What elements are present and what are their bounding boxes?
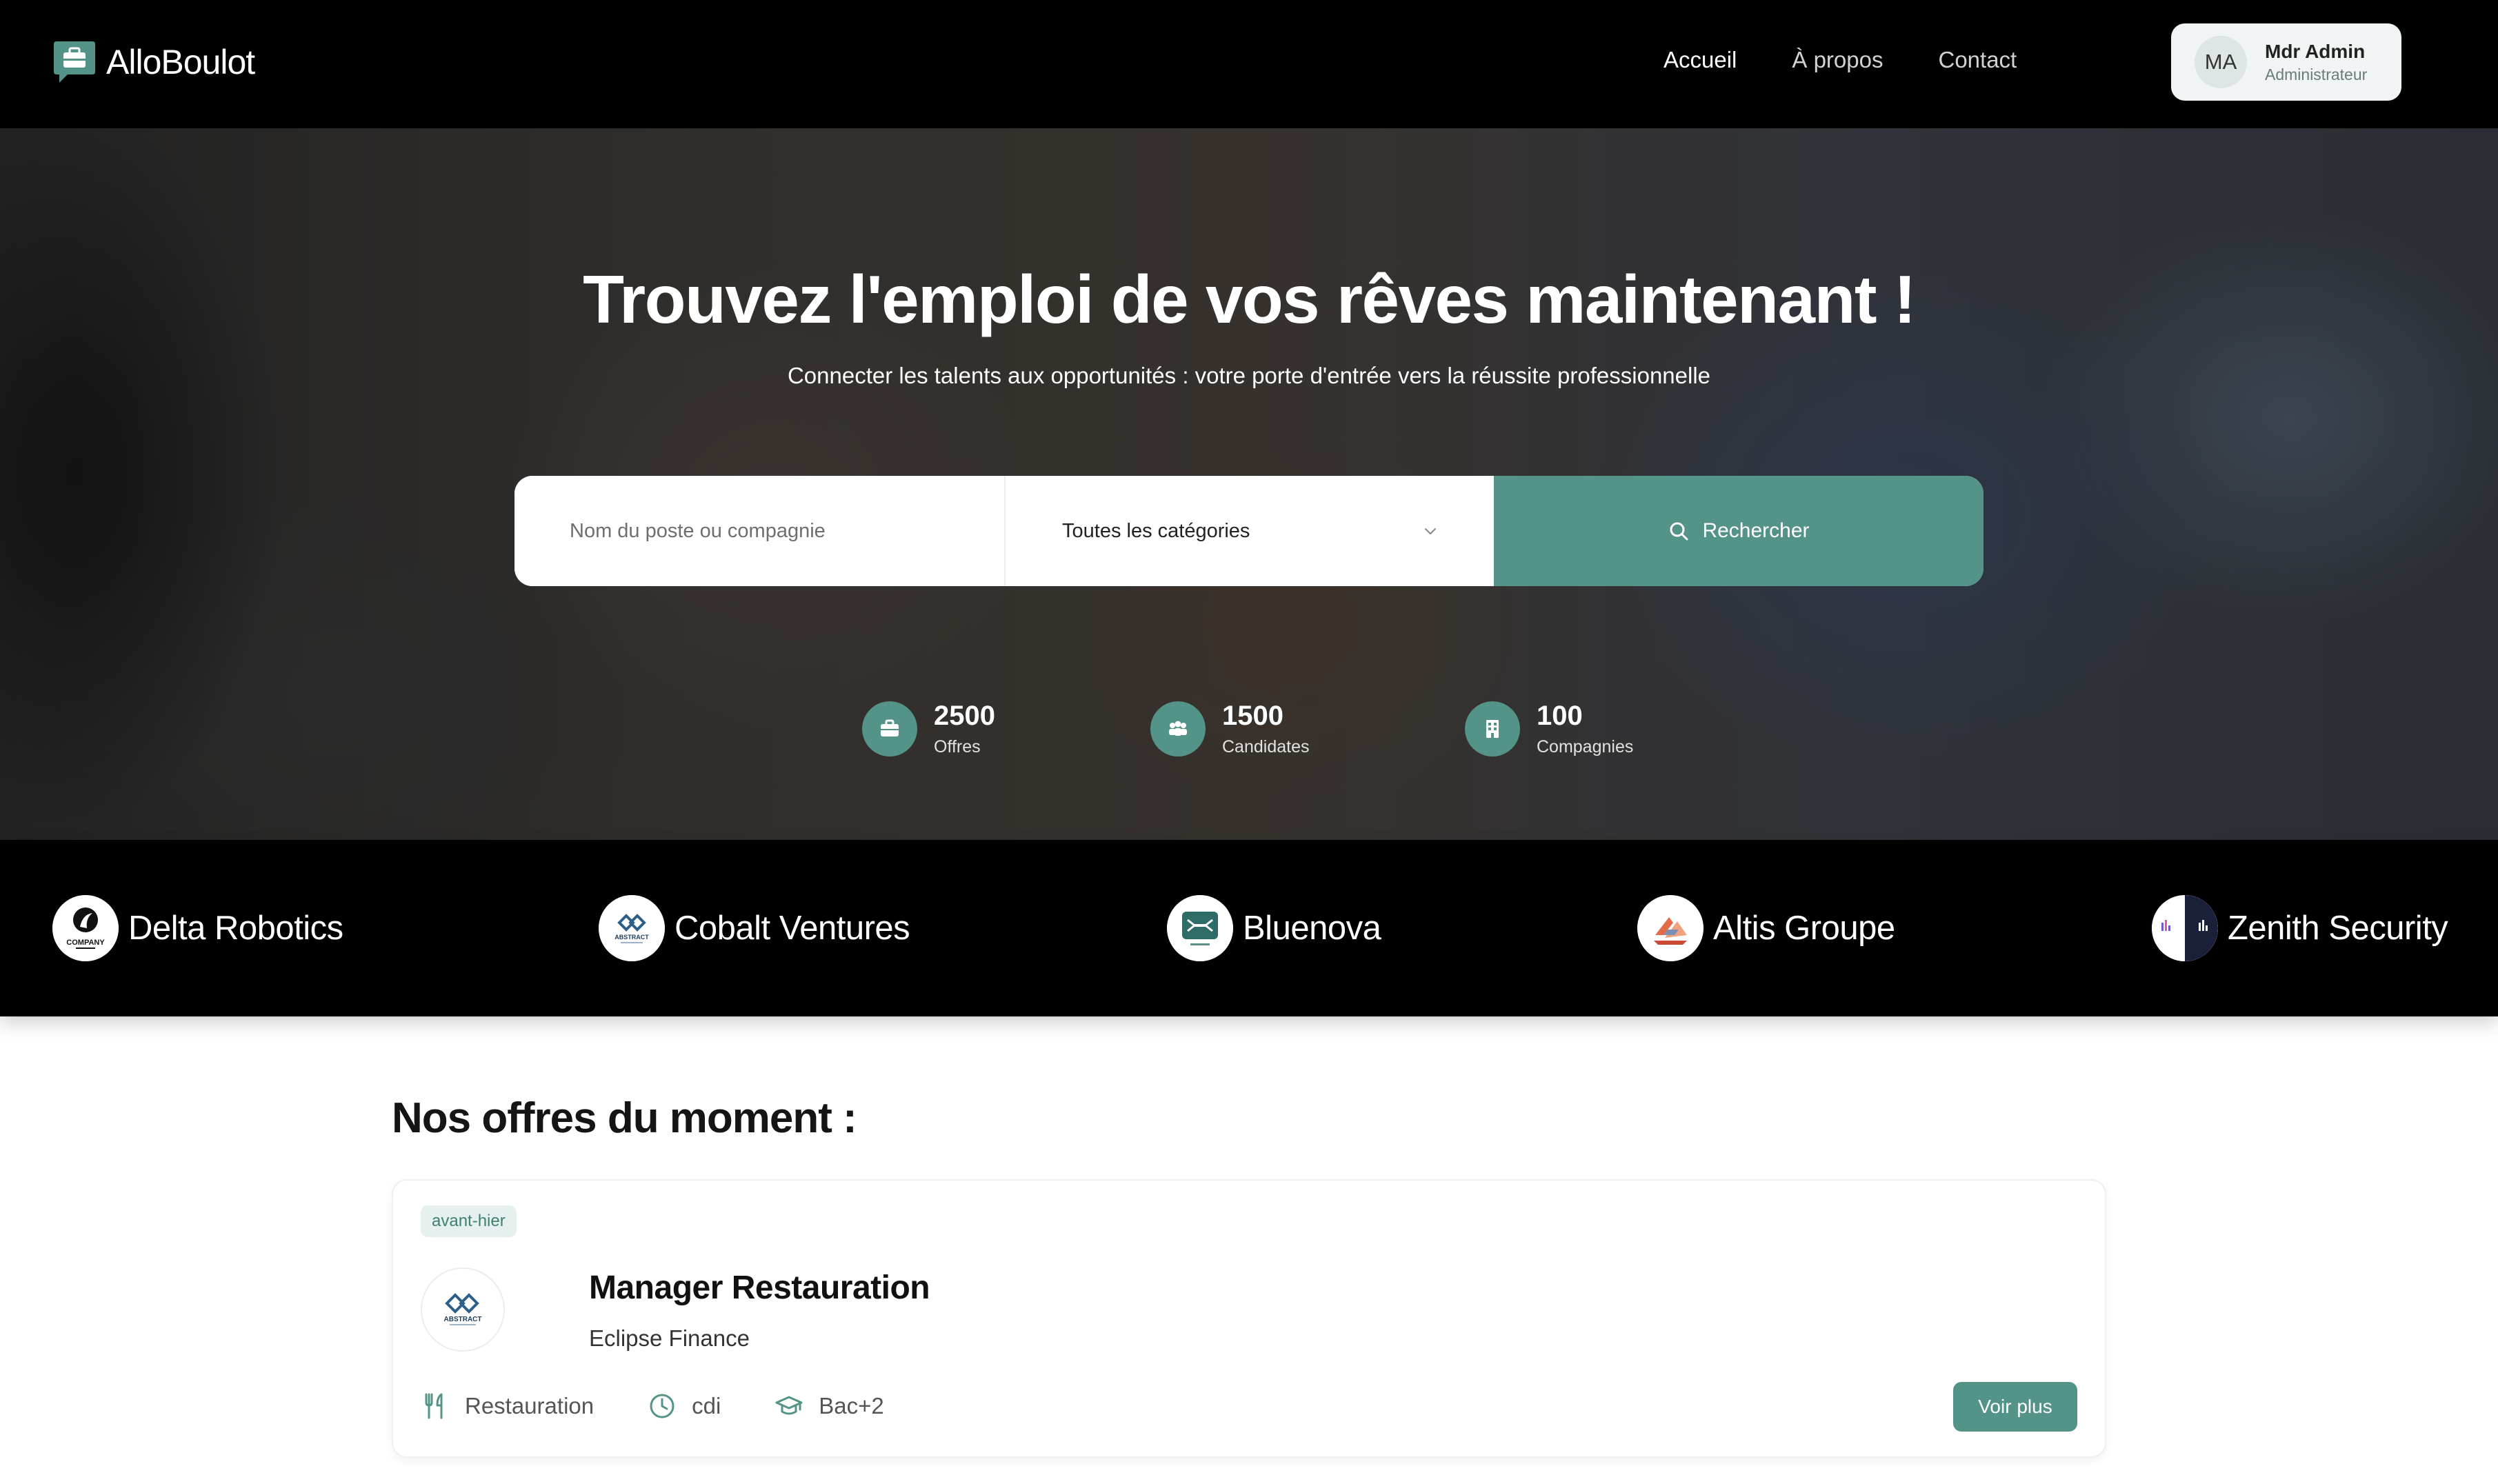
offer-category-label: Restauration	[465, 1393, 594, 1418]
search-button-label: Rechercher	[1702, 519, 1810, 542]
user-menu[interactable]: MA Mdr Admin Administrateur	[2171, 23, 2401, 101]
brand-logo[interactable]: AlloBoulot	[52, 39, 255, 86]
hero-subtitle: Connecter les talents aux opportunités :…	[787, 363, 1711, 388]
people-icon	[1150, 701, 1206, 756]
user-meta: Mdr Admin Administrateur	[2265, 41, 2367, 84]
svg-text:ABSTRACT: ABSTRACT	[614, 934, 649, 941]
briefcase-chat-icon	[54, 41, 95, 83]
company-bluenova[interactable]: Bluenova	[1167, 895, 1381, 961]
category-select[interactable]: Toutes les catégories	[1004, 476, 1494, 586]
stat-candidates-value: 1500	[1222, 701, 1283, 731]
graduation-cap-icon	[775, 1396, 803, 1415]
svg-text:ABSTRACT: ABSTRACT	[444, 1316, 482, 1323]
avatar: MA	[2195, 36, 2247, 88]
offer-tag-category: Restauration	[421, 1392, 594, 1421]
offers-section-title: Nos offres du moment :	[392, 1094, 857, 1142]
voir-plus-button[interactable]: Voir plus	[1953, 1382, 2077, 1432]
hero-title: Trouvez l'emploi de vos rêves maintenant…	[583, 261, 1916, 337]
chevron-down-icon	[1425, 528, 1436, 534]
abstract-logo-icon: ABSTRACT	[422, 1269, 503, 1350]
brand-name: AlloBoulot	[106, 43, 255, 81]
svg-text:COMPANY: COMPANY	[66, 939, 105, 947]
building-icon	[1465, 701, 1520, 756]
abstract-logo-icon: ABSTRACT	[599, 895, 665, 961]
main-nav: Accueil À propos Contact	[1663, 47, 2072, 73]
utensils-icon	[425, 1393, 443, 1419]
companies-strip: COMPANY Delta Robotics ABSTRACT Cobalt V…	[0, 840, 2498, 1016]
altis-logo-icon	[1637, 895, 1703, 961]
offer-tags: Restauration cdi Bac+2	[421, 1392, 938, 1421]
stat-offres-label: Offres	[934, 737, 981, 756]
clock-icon	[650, 1394, 675, 1418]
company-name: Delta Robotics	[128, 910, 343, 947]
nav-link-a-propos[interactable]: À propos	[1792, 47, 1883, 73]
company-logo-icon: COMPANY	[52, 895, 119, 961]
offer-date-badge: avant-hier	[421, 1205, 517, 1237]
nav-link-contact[interactable]: Contact	[1938, 47, 2017, 73]
company-name: Cobalt Ventures	[675, 910, 910, 947]
stat-candidates: 1500 Candidates	[1150, 701, 1309, 757]
offer-tag-contract: cdi	[648, 1392, 721, 1421]
stat-compagnies: 100 Compagnies	[1465, 701, 1633, 757]
user-role: Administrateur	[2265, 65, 2368, 83]
offer-company-name: Eclipse Finance	[589, 1325, 750, 1351]
job-search-bar: Toutes les catégories Rechercher	[514, 476, 1984, 586]
category-select-value: Toutes les catégories	[1062, 519, 1250, 542]
offer-education-label: Bac+2	[819, 1393, 884, 1418]
offer-tag-education: Bac+2	[775, 1392, 884, 1421]
briefcase-icon	[862, 701, 917, 756]
company-cobalt-ventures[interactable]: ABSTRACT Cobalt Ventures	[599, 895, 910, 961]
stat-offres: 2500 Offres	[862, 701, 995, 757]
company-zenith-security[interactable]: Zenith Security	[2152, 895, 2448, 961]
company-name: Zenith Security	[2228, 910, 2448, 947]
search-button[interactable]: Rechercher	[1494, 476, 1984, 586]
stat-compagnies-value: 100	[1537, 701, 1583, 731]
hero-section: Trouvez l'emploi de vos rêves maintenant…	[0, 128, 2498, 840]
stat-compagnies-label: Compagnies	[1537, 737, 1634, 756]
company-name: Altis Groupe	[1713, 910, 1895, 947]
stat-offres-value: 2500	[934, 701, 995, 731]
search-icon	[1670, 522, 1688, 541]
nav-link-accueil[interactable]: Accueil	[1663, 47, 1737, 73]
company-delta-robotics[interactable]: COMPANY Delta Robotics	[52, 895, 343, 961]
company-altis-groupe[interactable]: Altis Groupe	[1637, 895, 1895, 961]
search-input[interactable]	[514, 476, 1004, 586]
zenith-logo-icon	[2152, 895, 2218, 961]
offer-contract-label: cdi	[692, 1393, 721, 1418]
company-name: Bluenova	[1243, 910, 1381, 947]
offer-title[interactable]: Manager Restauration	[589, 1269, 930, 1307]
offer-card: avant-hier ABSTRACT Manager Restauration…	[392, 1179, 2106, 1458]
bluenova-logo-icon	[1167, 895, 1233, 961]
navbar: AlloBoulot Accueil À propos Contact MA M…	[0, 0, 2498, 128]
offer-company-logo: ABSTRACT	[421, 1267, 505, 1352]
stat-candidates-label: Candidates	[1222, 737, 1310, 756]
user-name: Mdr Admin	[2265, 40, 2366, 62]
